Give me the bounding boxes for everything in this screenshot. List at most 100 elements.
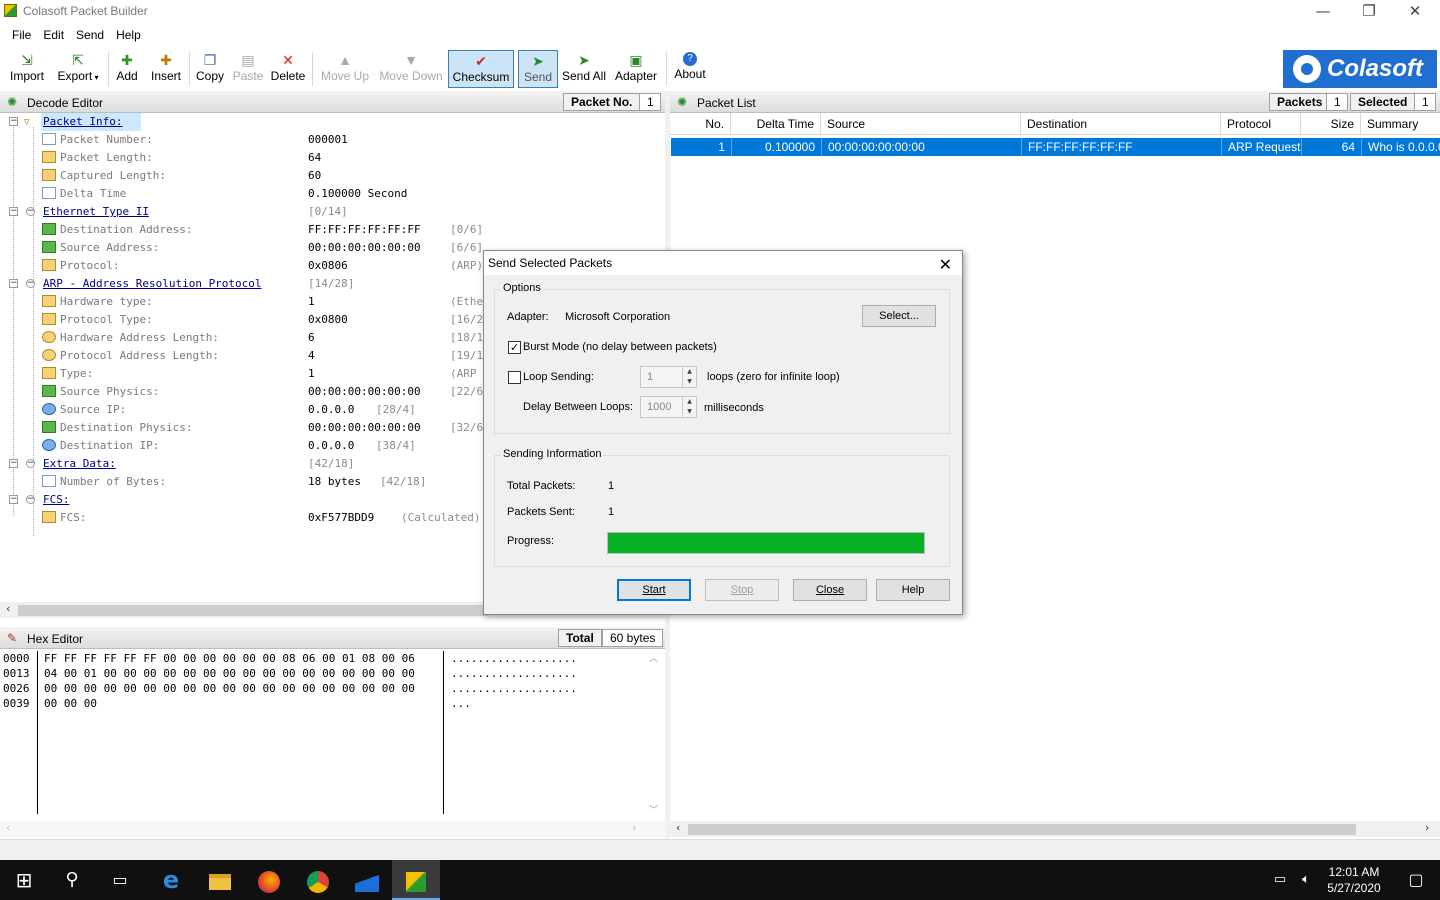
tray-clock[interactable]: 12:01 AM 5/27/2020 (1322, 864, 1386, 896)
import-button[interactable]: ⇲ Import (6, 50, 48, 88)
scroll-up-icon[interactable]: ︿ (649, 651, 658, 664)
select-adapter-button[interactable]: Select... (862, 305, 936, 327)
field-value[interactable]: 0xF577BDD9 (308, 509, 374, 527)
cell-size[interactable]: 64 (1301, 138, 1361, 156)
collapse-icon[interactable]: − (9, 117, 18, 126)
network-tray-icon[interactable]: ▭ (1268, 860, 1292, 900)
help-button[interactable]: Help (876, 579, 950, 601)
column-header-source[interactable]: Source (821, 113, 1021, 135)
volume-muted-icon[interactable]: 🔈︎ (1294, 860, 1318, 900)
field-value[interactable]: 64 (308, 149, 321, 167)
hex-horizontal-scrollbar[interactable]: ‹ › (0, 821, 665, 837)
tree-row[interactable]: Protocol Address Length: (42, 347, 219, 365)
loop-count-stepper[interactable]: 1 ▲ ▼ (640, 366, 697, 388)
tree-row[interactable]: Protocol: (42, 257, 120, 275)
spin-arrows-icon[interactable]: ▲ ▼ (682, 367, 696, 387)
column-header-size[interactable]: Size (1301, 113, 1361, 135)
collapse-icon[interactable]: − (9, 279, 18, 288)
field-value[interactable]: 00:00:00:00:00:00 (308, 239, 421, 257)
field-value[interactable]: 0.100000 Second (308, 185, 407, 203)
tree-row[interactable]: Packet Number: (42, 131, 153, 149)
send-button[interactable]: ➤ Send (518, 50, 558, 88)
field-value[interactable]: 18 bytes (308, 473, 361, 491)
section-label[interactable]: Ethernet Type II (43, 203, 149, 221)
stop-button[interactable]: Stop (705, 579, 779, 601)
packet-list-horizontal-scrollbar[interactable]: ‹ › (670, 821, 1440, 837)
file-explorer-icon[interactable] (196, 860, 244, 900)
menu-help[interactable]: Help (112, 24, 149, 42)
field-value[interactable]: 0x0800 (308, 311, 348, 329)
loop-sending-checkbox[interactable] (508, 371, 521, 384)
tree-row[interactable]: Protocol Type: (42, 311, 153, 329)
insert-button[interactable]: ✚ Insert (148, 50, 184, 88)
tree-row[interactable]: FCS: (42, 509, 87, 527)
restore-button[interactable]: ❐ (1346, 0, 1392, 24)
tree-row[interactable]: Captured Length: (42, 167, 166, 185)
scroll-left-icon[interactable]: ‹ (676, 821, 680, 834)
adapter-button[interactable]: ▣ Adapter (612, 50, 660, 88)
field-value[interactable]: 6 (308, 329, 315, 347)
field-value[interactable]: 0x0806 (308, 257, 348, 275)
start-button[interactable]: Start (617, 579, 691, 601)
scroll-left-icon[interactable]: ‹ (6, 602, 10, 615)
tree-row[interactable]: Hardware Address Length: (42, 329, 219, 347)
tree-row[interactable]: Source IP: (42, 401, 126, 419)
hex-view[interactable]: 0000 0013 0026 0039 FF FF FF FF FF FF 00… (0, 651, 665, 821)
cell-no[interactable]: 1 (671, 138, 731, 156)
task-view-icon[interactable]: ▭ (96, 860, 144, 900)
field-value[interactable]: FF:FF:FF:FF:FF:FF (308, 221, 421, 239)
scroll-thumb[interactable] (18, 605, 488, 616)
spin-arrows-icon[interactable]: ▲ ▼ (682, 397, 696, 417)
column-header-no[interactable]: No. (670, 113, 731, 135)
delete-button[interactable]: ✕ Delete (269, 50, 307, 88)
field-value[interactable]: 1 (308, 365, 315, 383)
column-header-protocol[interactable]: Protocol (1221, 113, 1301, 135)
tree-row[interactable]: Number of Bytes: (42, 473, 166, 491)
close-button[interactable]: Close (793, 579, 867, 601)
tree-row[interactable]: Packet Length: (42, 149, 153, 167)
about-button[interactable]: ? About (671, 50, 709, 88)
export-button[interactable]: ⇱ Export ▾ (54, 50, 102, 88)
hex-bytes[interactable]: FF FF FF FF FF FF 00 00 00 00 00 00 08 0… (44, 651, 415, 711)
field-value[interactable]: 60 (308, 167, 321, 185)
paste-button[interactable]: ▤ Paste (231, 50, 265, 88)
column-header-summary[interactable]: Summary (1361, 113, 1440, 135)
notification-icon[interactable]: ▢ (1392, 860, 1440, 900)
tree-row[interactable]: Source Physics: (42, 383, 159, 401)
tree-row[interactable]: Destination Address: (42, 221, 192, 239)
wireshark-icon[interactable] (343, 860, 391, 900)
move-down-button[interactable]: ▼ Move Down (377, 50, 445, 88)
chrome-icon[interactable] (294, 860, 342, 900)
checksum-button[interactable]: ✔ Checksum (448, 50, 514, 88)
delay-stepper[interactable]: 1000 ▲ ▼ (640, 396, 697, 418)
menu-edit[interactable]: Edit (39, 24, 72, 42)
section-label[interactable]: ARP - Address Resolution Protocol (43, 275, 262, 293)
field-value[interactable]: 0.0.0.0 (308, 437, 354, 455)
move-up-button[interactable]: ▲ Move Up (318, 50, 372, 88)
search-icon[interactable]: ⚲ (48, 860, 96, 900)
collapse-icon[interactable]: − (9, 207, 18, 216)
edge-icon[interactable]: e (147, 860, 195, 900)
tree-row[interactable]: Type: (42, 365, 93, 383)
section-label[interactable]: Extra Data: (43, 455, 116, 473)
scroll-down-icon[interactable]: ﹀ (649, 803, 658, 816)
tree-row[interactable]: Destination IP: (42, 437, 159, 455)
field-value[interactable]: 00:00:00:00:00:00 (308, 419, 421, 437)
cell-delta-time[interactable]: 0.100000 (731, 138, 821, 156)
send-all-button[interactable]: ➤ Send All (560, 50, 608, 88)
cell-protocol[interactable]: ARP Request (1221, 138, 1301, 156)
column-header-delta-time[interactable]: Delta Time (731, 113, 821, 135)
close-icon[interactable]: ✕ (939, 253, 952, 277)
collapse-icon[interactable]: − (9, 459, 18, 468)
hex-ascii[interactable]: ................... ................... … (451, 651, 577, 711)
section-label[interactable]: Packet Info: (41, 113, 141, 131)
field-value[interactable]: 4 (308, 347, 315, 365)
cell-destination[interactable]: FF:FF:FF:FF:FF:FF (1021, 138, 1221, 156)
burst-mode-checkbox[interactable]: ✓ (508, 341, 521, 354)
field-value[interactable]: 00:00:00:00:00:00 (308, 383, 421, 401)
tree-row[interactable]: Destination Physics: (42, 419, 192, 437)
windows-start-icon[interactable]: ⊞ (0, 860, 48, 900)
cell-summary[interactable]: Who is 0.0.0.0 (1361, 138, 1440, 156)
scroll-thumb[interactable] (688, 824, 1356, 835)
cell-source[interactable]: 00:00:00:00:00:00 (821, 138, 1021, 156)
